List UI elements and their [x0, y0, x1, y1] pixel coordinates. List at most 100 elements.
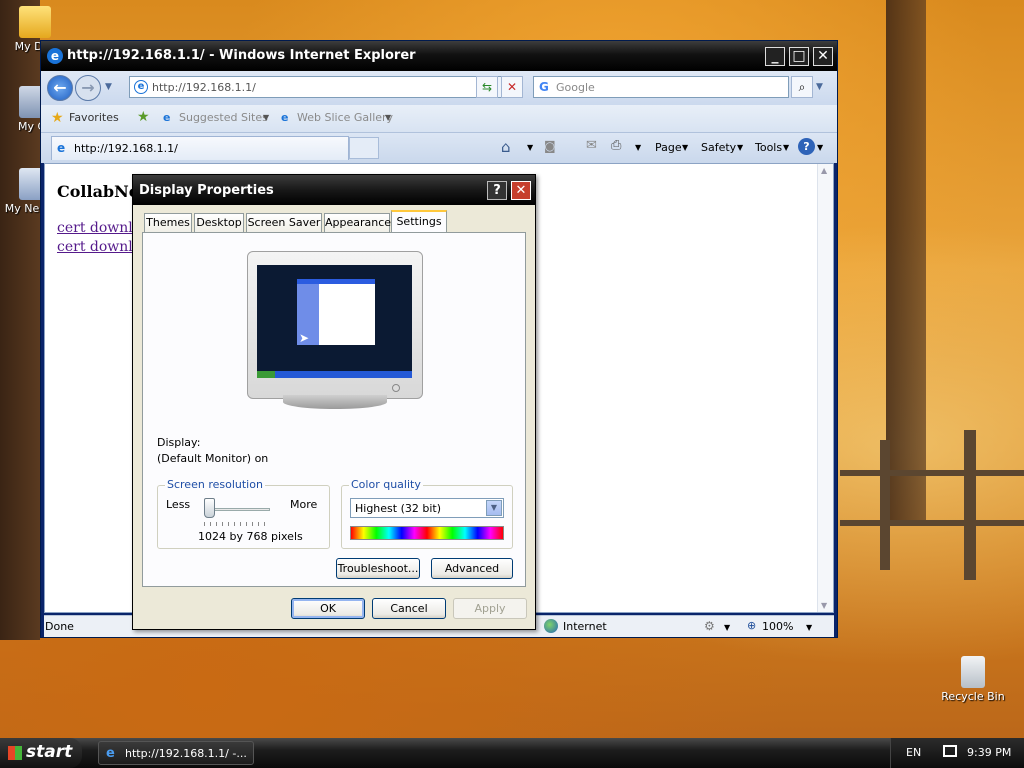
page-menu-dropdown-icon: ▼	[682, 143, 689, 152]
forward-button[interactable]: →	[75, 75, 101, 101]
ie-taskbar-icon: e	[106, 746, 115, 761]
new-tab-button[interactable]	[349, 137, 379, 159]
address-bar[interactable]: e http://192.168.1.1/ ▼	[129, 76, 513, 98]
taskbar-button-ie[interactable]: e http://192.168.1.1/ -...	[98, 741, 254, 765]
color-quality-dropdown-icon[interactable]: ▼	[486, 500, 502, 516]
scroll-down-icon[interactable]: ▼	[821, 601, 827, 610]
apply-button[interactable]: Apply	[453, 598, 527, 619]
suggested-sites-dropdown-icon[interactable]: ▼	[263, 113, 269, 122]
refresh-button[interactable]: ⇆	[476, 76, 498, 98]
tab-screen-saver[interactable]: Screen Saver	[246, 213, 322, 232]
search-box[interactable]: G Google	[533, 76, 789, 98]
display-value: (Default Monitor) on	[157, 452, 269, 465]
settings-panel: ➤ Display: (Default Monitor) on Screen r…	[142, 232, 526, 587]
ie-logo-icon: e	[47, 48, 63, 64]
dialog-title: Display Properties	[139, 183, 274, 198]
desktop-icon-recycle-bin[interactable]: Recycle Bin	[938, 656, 1008, 703]
start-button[interactable]: start	[0, 738, 82, 768]
ie-title-bar[interactable]: e http://192.168.1.1/ - Windows Internet…	[41, 41, 837, 71]
vertical-scrollbar[interactable]: ▲ ▼	[817, 164, 833, 612]
page-menu[interactable]: Page	[655, 141, 682, 154]
cancel-button[interactable]: Cancel	[372, 598, 446, 619]
clock[interactable]: 9:39 PM	[967, 746, 1011, 759]
windows-flag-icon	[8, 746, 22, 760]
language-indicator[interactable]: EN	[906, 746, 921, 759]
web-slice-dropdown-icon[interactable]: ▼	[385, 113, 391, 122]
monitor-preview: ➤	[247, 251, 423, 399]
preview-taskbar	[257, 371, 412, 378]
color-quality-value: Highest (32 bit)	[355, 502, 442, 515]
minimize-button[interactable]: _	[765, 47, 785, 66]
resolution-slider-ticks	[204, 522, 270, 526]
recent-pages-dropdown-icon[interactable]: ▼	[105, 82, 112, 92]
desktop-icon-label: Recycle Bin	[941, 690, 1005, 703]
page-icon: e	[134, 80, 148, 94]
resolution-slider-thumb[interactable]	[204, 498, 215, 518]
web-slice-gallery-link[interactable]: Web Slice Gallery	[297, 111, 393, 124]
home-dropdown-icon[interactable]: ▼	[527, 143, 533, 152]
search-button[interactable]: ⌕	[791, 76, 813, 98]
search-options-dropdown-icon[interactable]: ▼	[816, 82, 823, 92]
monitor-stand	[283, 395, 387, 409]
resolution-value: 1024 by 768 pixels	[198, 530, 303, 543]
screen-resolution-legend: Screen resolution	[165, 478, 265, 491]
help-dropdown-icon[interactable]: ▼	[817, 143, 823, 152]
zoom-level[interactable]: 100%	[762, 620, 793, 633]
favorites-bar: ★ Favorites ★ e Suggested Sites ▼ e Web …	[41, 105, 837, 133]
system-tray: EN 9:39 PM	[890, 738, 1024, 768]
tab-desktop[interactable]: Desktop	[194, 213, 244, 232]
display-tray-icon[interactable]	[943, 745, 957, 757]
troubleshoot-button[interactable]: Troubleshoot...	[336, 558, 420, 579]
back-button[interactable]: ←	[47, 75, 73, 101]
tab-current-page[interactable]: e http://192.168.1.1/	[51, 136, 349, 160]
close-button[interactable]: ✕	[813, 47, 833, 66]
tab-title: http://192.168.1.1/	[74, 142, 178, 155]
display-properties-dialog: Display Properties ? ✕ Themes Desktop Sc…	[132, 174, 536, 630]
print-icon[interactable]: ⎙	[611, 138, 621, 153]
ok-button[interactable]: OK	[291, 598, 365, 619]
help-icon[interactable]: ?	[798, 138, 815, 155]
home-icon[interactable]: ⌂	[501, 138, 511, 156]
taskbar-button-label: http://192.168.1.1/ -...	[125, 747, 247, 760]
close-button[interactable]: ✕	[511, 181, 531, 200]
tools-menu[interactable]: Tools	[755, 141, 782, 154]
taskbar: start e http://192.168.1.1/ -... EN 9:39…	[0, 738, 1024, 768]
address-input[interactable]: http://192.168.1.1/	[152, 81, 256, 94]
stop-button[interactable]: ✕	[501, 76, 523, 98]
ie-window-title: http://192.168.1.1/ - Windows Internet E…	[67, 48, 416, 63]
help-button[interactable]: ?	[487, 181, 507, 200]
color-quality-select[interactable]: Highest (32 bit) ▼	[350, 498, 504, 518]
tab-appearance[interactable]: Appearance	[324, 213, 391, 232]
read-mail-icon[interactable]: ✉	[586, 138, 597, 153]
recycle-bin-icon	[961, 656, 985, 688]
tab-themes[interactable]: Themes	[144, 213, 192, 232]
dialog-title-bar[interactable]: Display Properties ? ✕	[133, 175, 535, 205]
print-dropdown-icon[interactable]: ▼	[635, 143, 641, 152]
folder-icon	[19, 6, 51, 38]
ie-navigation-bar: ← → ▼ e http://192.168.1.1/ ▼ ⇆ ✕ G Goog…	[41, 71, 837, 105]
add-favorite-icon[interactable]: ★	[137, 109, 150, 125]
color-spectrum-preview	[350, 526, 504, 540]
zoom-dropdown-icon[interactable]: ▼	[806, 623, 812, 632]
color-quality-legend: Color quality	[349, 478, 423, 491]
screen-resolution-group: Screen resolution Less More 1024 by 768 …	[157, 478, 330, 549]
advanced-button[interactable]: Advanced	[431, 558, 513, 579]
feeds-icon[interactable]: ◙	[544, 139, 556, 153]
favorites-button[interactable]: Favorites	[69, 111, 119, 124]
suggested-sites-link[interactable]: Suggested Sites	[179, 111, 268, 124]
protected-mode-icon[interactable]: ⚙	[704, 619, 715, 633]
monitor-screen: ➤	[257, 265, 412, 378]
maximize-button[interactable]: □	[789, 47, 809, 66]
scroll-up-icon[interactable]: ▲	[821, 166, 827, 175]
tools-menu-dropdown-icon: ▼	[783, 143, 790, 152]
resolution-more-label: More	[290, 498, 318, 511]
safety-menu[interactable]: Safety	[701, 141, 736, 154]
status-text: Done	[45, 620, 74, 633]
start-label: start	[26, 742, 73, 762]
cursor-icon: ➤	[299, 331, 310, 345]
search-input[interactable]: Google	[556, 81, 595, 94]
favorites-star-icon: ★	[51, 110, 64, 126]
tab-settings[interactable]: Settings	[391, 210, 447, 233]
tab-page-icon: e	[57, 141, 66, 155]
protected-mode-dropdown-icon[interactable]: ▼	[724, 623, 730, 632]
